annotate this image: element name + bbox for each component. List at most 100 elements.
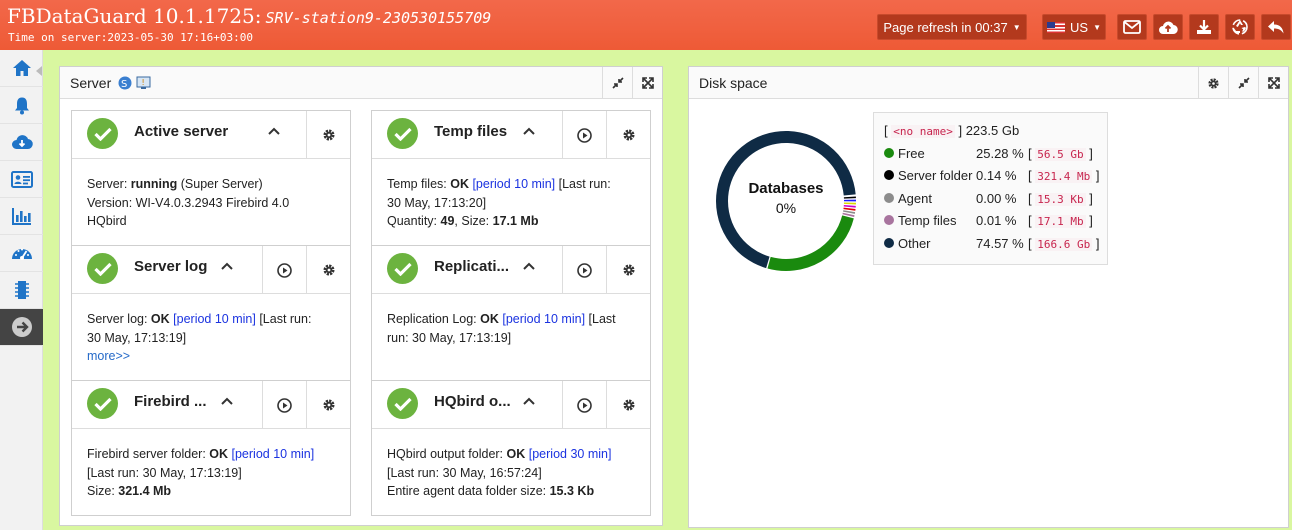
disk-panel-expand-button[interactable] xyxy=(1258,67,1288,99)
sidebar-collapse-arrow[interactable] xyxy=(36,66,42,76)
server-time: Time on server:2023-05-30 17:16+03:00 xyxy=(8,31,254,44)
card-title: Active server xyxy=(134,123,229,140)
card-title: HQbird o... xyxy=(434,393,511,410)
donut-center-label: Databases xyxy=(748,180,823,197)
status-text: OK xyxy=(506,447,526,461)
card-settings-button[interactable] xyxy=(606,111,650,159)
edition-text: HQbird xyxy=(87,214,127,228)
chevron-up-icon[interactable] xyxy=(521,393,537,409)
period-text: [period 10 min] xyxy=(173,312,256,326)
card-firebird-folder: Firebird ... Firebird server folder: OK … xyxy=(71,380,351,516)
gear-icon xyxy=(623,264,634,276)
card-header: Active server xyxy=(72,111,350,159)
chevron-down-icon: ▼ xyxy=(1012,22,1021,32)
email-button[interactable] xyxy=(1117,14,1147,40)
sidebar-item-users[interactable] xyxy=(0,161,43,198)
server-panel-title-text: Server xyxy=(70,75,112,91)
status-text: OK xyxy=(450,177,469,191)
text: Temp files: xyxy=(387,177,451,191)
gear-icon xyxy=(323,264,334,276)
size-value: 321.4 Mb xyxy=(118,484,172,498)
legend-dot xyxy=(884,215,894,225)
server-settings-icon[interactable]: S xyxy=(118,76,132,90)
server-panel: Server S ! Active server Server: running… xyxy=(59,66,663,526)
chevron-up-icon[interactable] xyxy=(219,258,235,274)
last-run-text: [Last run: 30 May, 16:57:24] xyxy=(387,465,542,480)
sidebar-item-expand[interactable] xyxy=(0,309,43,346)
svg-text:!: ! xyxy=(142,78,145,87)
card-replication: Replicati... Replication Log: OK [period… xyxy=(371,245,651,381)
reply-icon xyxy=(1268,21,1284,34)
download-icon xyxy=(1197,20,1211,34)
card-run-button[interactable] xyxy=(562,246,606,294)
recycle-icon xyxy=(1232,19,1248,35)
card-body: Server log: OK [period 10 min] [Last run… xyxy=(87,310,342,366)
more-link[interactable]: more>> xyxy=(87,347,342,366)
sidebar-item-statistics[interactable] xyxy=(0,198,43,235)
chevron-up-icon[interactable] xyxy=(521,123,537,139)
card-settings-button[interactable] xyxy=(606,246,650,294)
back-button[interactable] xyxy=(1261,14,1291,40)
chevron-up-icon[interactable] xyxy=(521,258,537,274)
disk-panel-collapse-button[interactable] xyxy=(1228,67,1258,99)
card-body: Replication Log: OK [period 10 min] [Las… xyxy=(387,310,642,347)
bell-icon xyxy=(14,97,29,114)
upload-button[interactable] xyxy=(1153,14,1183,40)
sidebar-item-hardware[interactable] xyxy=(0,272,43,309)
home-icon xyxy=(12,60,31,76)
card-server-log: Server log Server log: OK [period 10 min… xyxy=(71,245,351,381)
card-settings-button[interactable] xyxy=(306,381,350,429)
legend-value: [ 166.6 Gb ] xyxy=(1028,235,1100,251)
text: Entire agent data folder size: xyxy=(387,484,550,498)
legend-dot xyxy=(884,238,894,248)
play-circle-icon xyxy=(577,127,592,143)
disk-panel-settings-button[interactable] xyxy=(1198,67,1228,99)
disk-space-panel-title: Disk space xyxy=(699,75,768,91)
last-run-text: run: 30 May, 17:13:19] xyxy=(387,330,512,345)
sidebar-item-alerts[interactable] xyxy=(0,87,43,124)
card-header: Firebird ... xyxy=(72,381,350,429)
id-card-icon xyxy=(10,170,33,188)
period-text: [period 10 min] xyxy=(231,447,315,461)
language-dropdown[interactable]: US ▼ xyxy=(1042,14,1106,40)
chevron-up-icon[interactable] xyxy=(266,123,282,139)
chevron-up-icon[interactable] xyxy=(219,393,235,409)
card-title: Firebird ... xyxy=(134,393,207,410)
check-icon xyxy=(87,118,118,149)
card-run-button[interactable] xyxy=(262,246,306,294)
text: Quantity: xyxy=(387,214,441,228)
text: Replication Log: xyxy=(387,312,481,326)
text: HQbird output folder: xyxy=(387,447,507,461)
text: [Last xyxy=(585,312,616,326)
text: Server: xyxy=(87,177,131,191)
size-value: 15.3 Kb xyxy=(549,484,595,498)
sidebar-item-performance[interactable] xyxy=(0,235,43,272)
server-info-icon[interactable]: ! xyxy=(136,76,151,90)
card-settings-button[interactable] xyxy=(306,111,350,159)
donut-slice-free xyxy=(767,215,854,271)
download-button[interactable] xyxy=(1189,14,1219,40)
card-run-button[interactable] xyxy=(562,111,606,159)
card-run-button[interactable] xyxy=(262,381,306,429)
server-panel-expand-button[interactable] xyxy=(632,67,662,99)
server-name: SRV-station9-230530155709 xyxy=(265,9,492,27)
status-text: OK xyxy=(209,447,229,461)
card-header: Replicati... xyxy=(372,246,650,294)
size-value: 17.1 Mb xyxy=(492,214,539,228)
text: Firebird server folder: xyxy=(87,447,210,461)
card-settings-button[interactable] xyxy=(306,246,350,294)
card-hqbird-output: HQbird o... HQbird output folder: OK [pe… xyxy=(371,380,651,516)
legend-percent: 0.01 % xyxy=(976,212,1017,228)
text: (Super Server) xyxy=(177,177,263,191)
last-run-text: 30 May, 17:13:20] xyxy=(387,195,487,210)
card-settings-button[interactable] xyxy=(606,381,650,429)
card-run-button[interactable] xyxy=(562,381,606,429)
page-refresh-label: Page refresh in 00:37 xyxy=(883,19,1008,35)
check-icon xyxy=(387,253,418,284)
recycle-button[interactable] xyxy=(1225,14,1255,40)
server-panel-collapse-button[interactable] xyxy=(602,67,632,99)
play-circle-icon xyxy=(277,397,292,413)
page-refresh-dropdown[interactable]: Page refresh in 00:37 ▼ xyxy=(877,14,1027,40)
period-text: [period 10 min] xyxy=(502,312,586,326)
sidebar-item-backup[interactable] xyxy=(0,124,43,161)
